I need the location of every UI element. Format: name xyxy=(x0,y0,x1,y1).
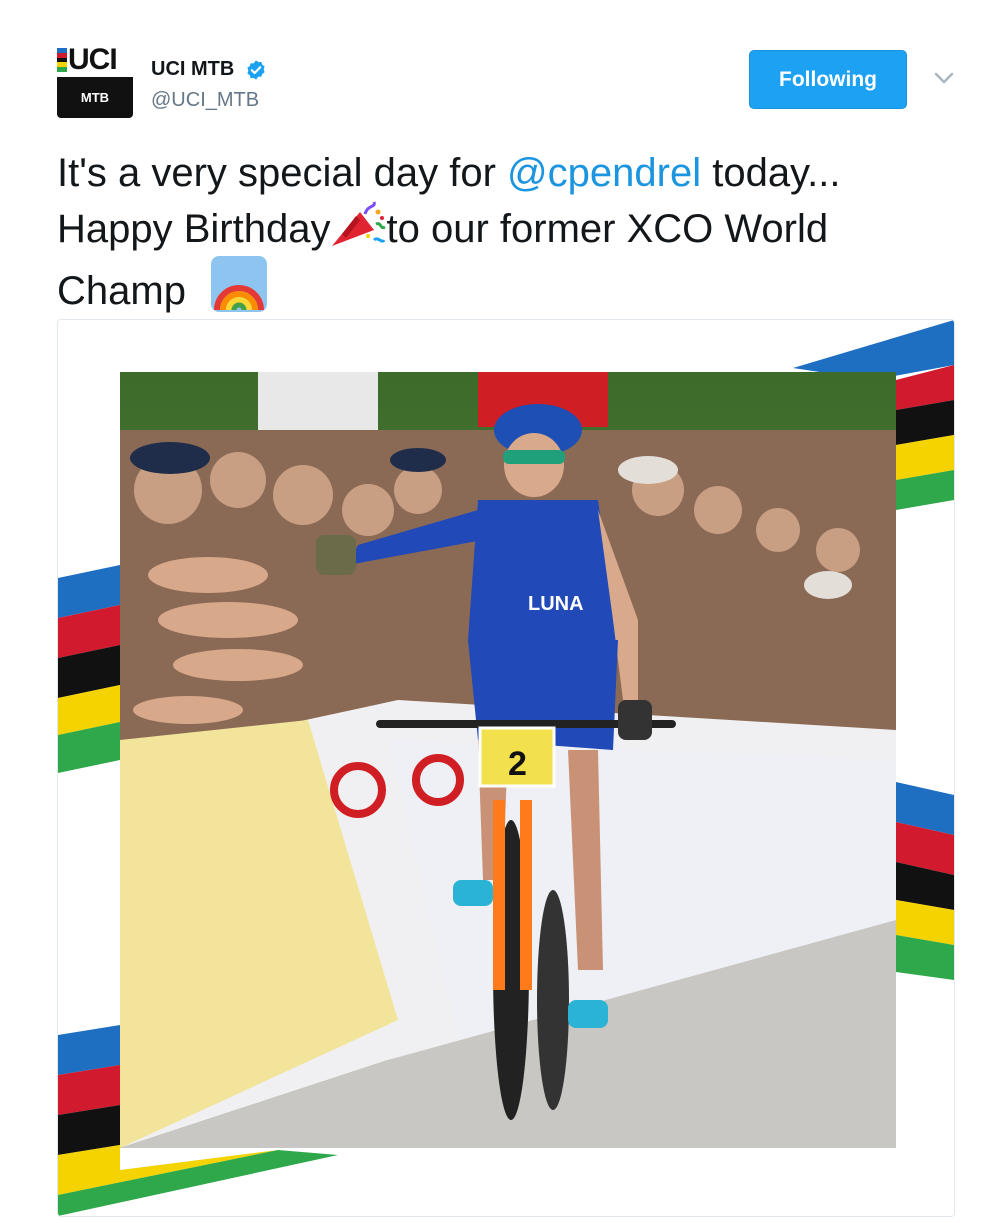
rainbow-icon xyxy=(211,256,268,312)
tweet-media-card[interactable]: LUNA 2 xyxy=(57,319,955,1217)
following-button[interactable]: Following xyxy=(749,50,907,109)
tweet-photo[interactable]: LUNA 2 xyxy=(58,320,954,1216)
right-stripes-low xyxy=(896,782,954,980)
account-name-block[interactable]: UCI MTB @UCI_MTB xyxy=(151,58,267,112)
party-popper-icon xyxy=(332,201,387,246)
tweet-text-part: to our former XCO World xyxy=(386,207,829,251)
verified-badge-icon xyxy=(247,59,265,80)
avatar-logo-subtext: MTB xyxy=(57,77,133,118)
tweet-text: It's a very special day for @cpendrel to… xyxy=(57,146,957,318)
tweet-text-part: Happy Birthday xyxy=(57,207,331,251)
bib-number: 2 xyxy=(508,745,527,783)
mention-link[interactable]: @cpendrel xyxy=(507,151,701,195)
chevron-down-icon[interactable] xyxy=(933,67,955,89)
rainbow-stripes-icon xyxy=(57,48,67,72)
display-name[interactable]: UCI MTB xyxy=(151,58,234,81)
left-stripes-mid xyxy=(58,565,120,773)
account-handle[interactable]: @UCI_MTB xyxy=(151,89,267,112)
avatar-logo-area: UCI xyxy=(57,45,133,77)
tweet-text-part: It's a very special day for xyxy=(57,151,508,195)
race-photo: LUNA 2 xyxy=(120,372,896,1148)
jersey-text: LUNA xyxy=(528,593,584,615)
tweet-header: UCI MTB UCI MTB @UCI_MTB Following xyxy=(57,45,957,120)
avatar[interactable]: UCI MTB xyxy=(57,45,133,118)
avatar-logo-text: UCI xyxy=(68,45,118,76)
tweet-text-part: today... xyxy=(701,151,841,195)
tweet-text-part: Champ xyxy=(57,269,186,313)
